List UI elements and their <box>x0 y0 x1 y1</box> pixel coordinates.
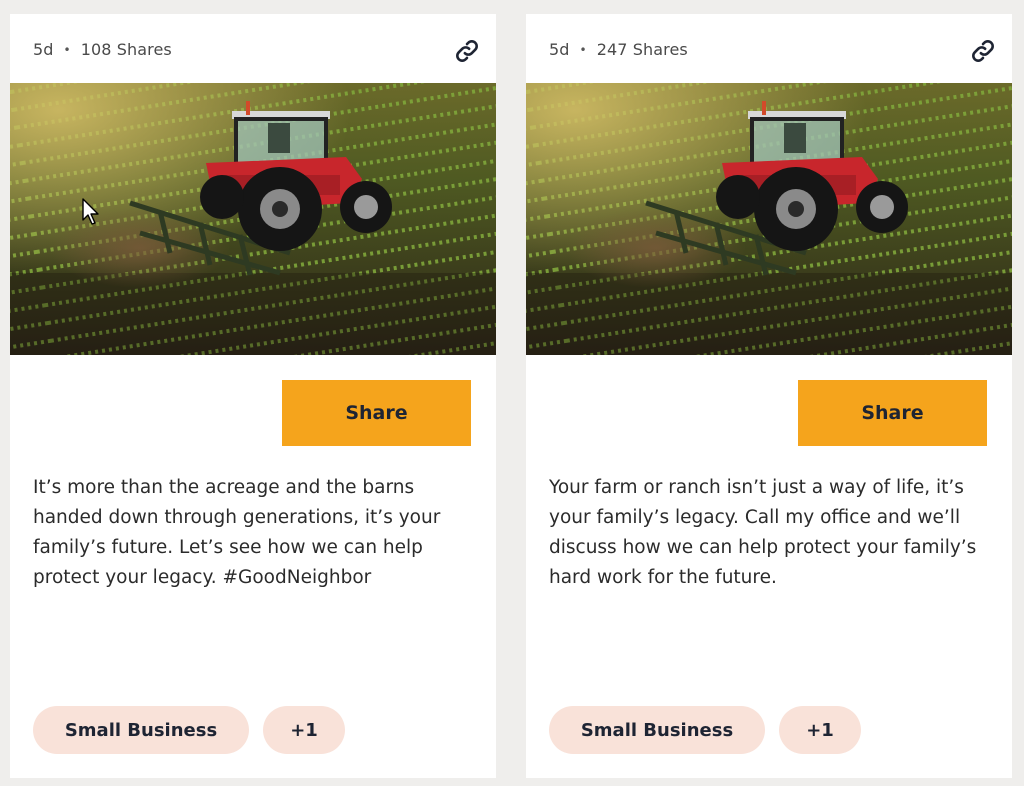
tag-list: Small Business +1 <box>549 706 861 754</box>
post-text: Your farm or ranch isn’t just a way of l… <box>549 477 977 588</box>
post-text: It’s more than the acreage and the barns… <box>33 477 441 588</box>
link-icon[interactable] <box>454 38 480 64</box>
share-button[interactable]: Share <box>798 380 987 446</box>
meta-separator: • <box>579 42 587 57</box>
post-card: 5d • 247 Shares Share Your farm or ranch… <box>526 14 1012 778</box>
tag-small-business[interactable]: Small Business <box>33 706 249 754</box>
share-button[interactable]: Share <box>282 380 471 446</box>
post-meta: 5d • 247 Shares <box>549 40 688 59</box>
tag-more-count[interactable]: +1 <box>779 706 861 754</box>
share-count: 108 Shares <box>80 40 172 59</box>
post-card: 5d • 108 Shares Share It’s more than the… <box>10 14 496 778</box>
post-age: 5d <box>33 40 54 59</box>
post-meta: 5d • 108 Shares <box>33 40 172 59</box>
post-age: 5d <box>549 40 570 59</box>
share-count: 247 Shares <box>596 40 688 59</box>
tag-more-count[interactable]: +1 <box>263 706 345 754</box>
tag-small-business[interactable]: Small Business <box>549 706 765 754</box>
tag-list: Small Business +1 <box>33 706 345 754</box>
link-icon[interactable] <box>970 38 996 64</box>
meta-separator: • <box>63 42 71 57</box>
mouse-cursor-icon <box>82 198 99 225</box>
post-image <box>526 83 1012 355</box>
